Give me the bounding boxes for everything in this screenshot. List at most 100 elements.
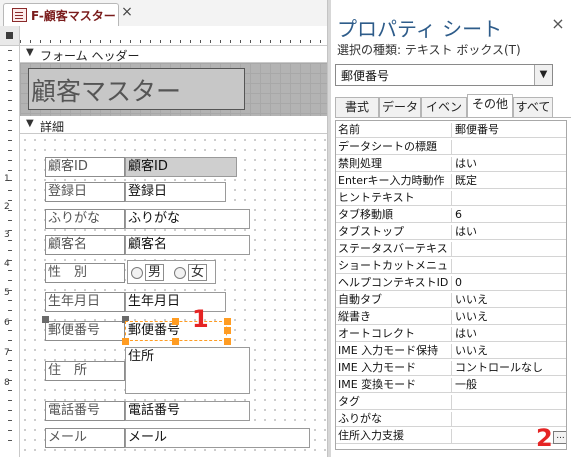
tab-event[interactable]: イベント [421, 97, 467, 133]
radio-male[interactable] [131, 267, 143, 279]
property-name: データシートの標題 [338, 140, 437, 153]
label-address[interactable]: 住 所 [45, 361, 125, 381]
property-name: タブストップ [338, 225, 404, 238]
property-row[interactable]: 住所入力支援 [336, 429, 566, 444]
label-gender[interactable]: 性 別 [45, 263, 125, 283]
ruler-tick [8, 440, 12, 441]
ruler-tick [8, 160, 12, 161]
property-row[interactable]: ヘルプコンテキストID 0 [336, 276, 566, 291]
property-row[interactable]: ステータスバーテキスト [336, 242, 566, 257]
ruler-number: 4 [4, 259, 10, 269]
detail-section-bar[interactable]: ▼ 詳細 [20, 117, 327, 134]
textbox-furigana[interactable]: ふりがな [125, 209, 250, 229]
label-postal-code[interactable]: 郵便番号 [45, 321, 125, 341]
property-value[interactable] [451, 140, 565, 155]
property-value[interactable]: 既定 [451, 174, 565, 189]
resize-handle-bottom-left[interactable] [122, 338, 129, 345]
resize-handle-bottom[interactable] [172, 338, 179, 345]
label-customer-id[interactable]: 顧客ID [45, 157, 125, 177]
tab-format[interactable]: 書式 [335, 97, 379, 118]
property-value[interactable]: コントロールなし [451, 361, 565, 376]
property-value[interactable]: 0 [451, 276, 565, 291]
property-value[interactable]: 一般 [451, 378, 565, 393]
label-customer-name[interactable]: 顧客名 [45, 235, 125, 255]
property-name: ヒントテキスト [338, 191, 415, 204]
resize-handle-right[interactable] [224, 327, 231, 334]
chevron-down-icon[interactable]: ▼ [534, 65, 552, 85]
property-row[interactable]: オートコレクト はい [336, 327, 566, 342]
label-phone[interactable]: 電話番号 [45, 401, 125, 421]
form-title-label[interactable]: 顧客マスター [28, 68, 245, 110]
build-button[interactable]: ... [553, 431, 566, 444]
property-row[interactable]: 自動タブ いいえ [336, 293, 566, 308]
label-email[interactable]: メール [45, 428, 125, 448]
resize-handle-top[interactable] [172, 318, 179, 325]
property-sheet-scrollbar[interactable] [571, 120, 577, 450]
property-row[interactable]: ショートカットメニューバー [336, 259, 566, 274]
ruler-tick [8, 190, 12, 191]
ruler-number: 5 [4, 288, 10, 298]
label-registration-date[interactable]: 登録日 [45, 182, 125, 202]
property-name: タグ [338, 395, 360, 408]
property-value[interactable]: いいえ [451, 344, 565, 359]
property-value[interactable] [451, 242, 565, 257]
textbox-address[interactable]: 住所 [125, 347, 250, 394]
property-value[interactable] [451, 259, 565, 274]
form-header-section-bar[interactable]: ▼ フォーム ヘッダー [20, 46, 327, 63]
tab-data[interactable]: データ [379, 97, 421, 118]
label-move-handle[interactable] [42, 316, 49, 323]
textbox-customer-id[interactable]: 顧客ID [125, 157, 237, 177]
radio-male-label: 男 [145, 264, 165, 281]
property-row[interactable]: ふりがな [336, 412, 566, 427]
close-icon[interactable]: × [119, 4, 135, 20]
property-row[interactable]: タブ移動順 6 [336, 208, 566, 223]
close-icon[interactable]: × [548, 14, 568, 33]
document-tab[interactable]: F-顧客マスター [3, 3, 119, 27]
property-value[interactable]: 6 [451, 208, 565, 223]
object-select-dropdown[interactable]: 郵便番号 ▼ [335, 64, 553, 86]
property-value[interactable]: はい [451, 225, 565, 240]
label-birth-date[interactable]: 生年月日 [45, 292, 125, 312]
property-row[interactable]: データシートの標題 [336, 140, 566, 155]
property-value[interactable] [451, 395, 565, 410]
textbox-customer-name[interactable]: 顧客名 [125, 235, 250, 255]
vertical-ruler[interactable]: 1 2 3 4 5 6 7 8 [0, 46, 20, 457]
textbox-email[interactable]: メール [125, 428, 310, 448]
form-selector[interactable] [0, 26, 20, 46]
textbox-registration-date[interactable]: 登録日 [125, 182, 226, 202]
property-row[interactable]: Enterキー入力時動作 既定 [336, 174, 566, 189]
property-value[interactable]: 郵便番号 [451, 123, 565, 138]
ruler-tick [8, 410, 12, 411]
property-value[interactable] [451, 191, 565, 206]
resize-handle-top-right[interactable] [224, 318, 231, 325]
property-row[interactable]: 禁則処理 はい [336, 157, 566, 172]
ruler-tick [8, 310, 12, 311]
property-row[interactable]: ヒントテキスト [336, 191, 566, 206]
property-value[interactable]: はい [451, 327, 565, 342]
property-value[interactable]: いいえ [451, 293, 565, 308]
radio-female[interactable] [174, 267, 186, 279]
property-row[interactable]: IME 入力モード コントロールなし [336, 361, 566, 376]
property-row[interactable]: IME 変換モード 一般 [336, 378, 566, 393]
form-icon [12, 8, 27, 22]
property-row[interactable]: IME 入力モード保持 いいえ [336, 344, 566, 359]
ruler-tick [8, 80, 12, 81]
tab-all[interactable]: すべて [513, 97, 553, 118]
property-row[interactable]: タブストップ はい [336, 225, 566, 240]
label-furigana[interactable]: ふりがな [45, 209, 125, 229]
property-row[interactable]: 名前 郵便番号 [336, 123, 566, 138]
textbox-birth-date[interactable]: 生年月日 [125, 292, 226, 312]
ruler-tick [8, 420, 12, 421]
textbox-phone[interactable]: 電話番号 [125, 401, 250, 421]
detail-area[interactable]: 顧客ID 顧客ID 登録日 登録日 ふりがな ふりがな 顧客名 顧客名 性 別 … [20, 135, 327, 457]
resize-handle-bottom-right[interactable] [224, 338, 231, 345]
radio-female-label: 女 [188, 264, 208, 281]
horizontal-ruler[interactable] [20, 26, 327, 46]
property-row[interactable]: タグ [336, 395, 566, 410]
ruler-number: 3 [4, 230, 10, 240]
property-row[interactable]: 縦書き いいえ [336, 310, 566, 325]
form-title-text: 顧客マスター [31, 77, 182, 106]
tab-other[interactable]: その他 [467, 94, 513, 118]
property-value[interactable]: いいえ [451, 310, 565, 325]
property-value[interactable]: はい [451, 157, 565, 172]
